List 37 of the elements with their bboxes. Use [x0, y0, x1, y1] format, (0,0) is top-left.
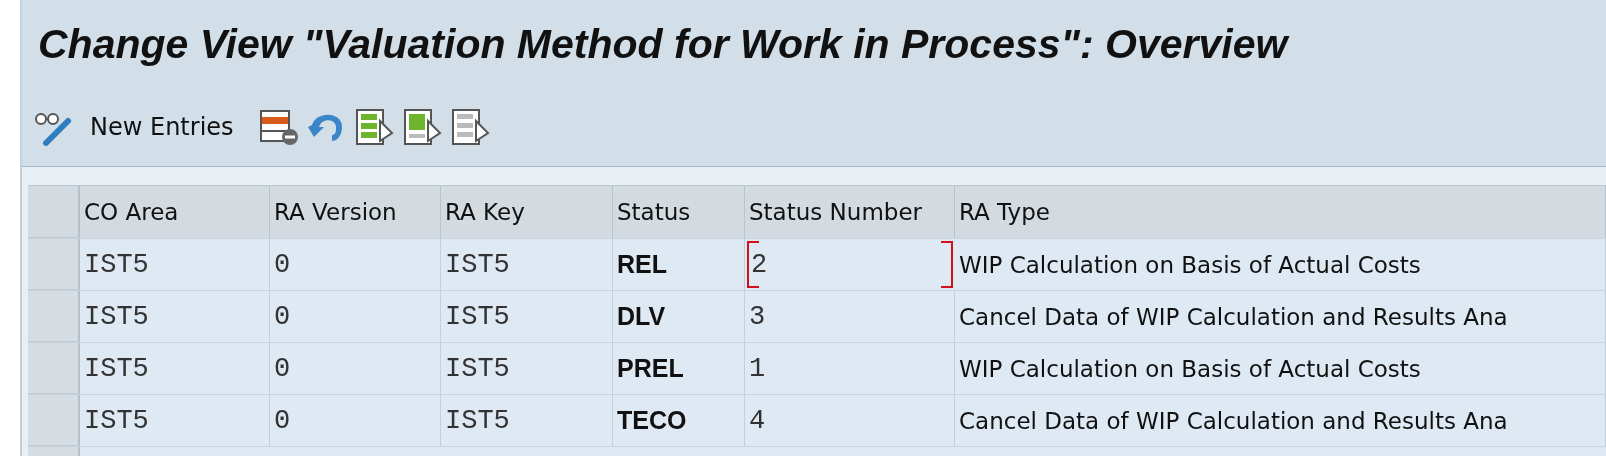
- table-cell: IST5: [441, 343, 613, 394]
- table-cell: 0: [270, 343, 441, 394]
- table-cell: WIP Calculation on Basis of Actual Costs: [955, 239, 1606, 290]
- table-cell: DLV: [613, 291, 745, 342]
- table-cell: TECO: [613, 395, 745, 446]
- select-all-cell[interactable]: [28, 186, 80, 238]
- table-cell: 0: [270, 239, 441, 290]
- table-cell: 0: [270, 291, 441, 342]
- table-cell: Cancel Data of WIP Calculation and Results Ana: [955, 291, 1606, 342]
- table-cell: Cancel Data of WIP Calculation and Results Ana: [955, 395, 1606, 446]
- table-cell: REL: [613, 239, 745, 290]
- column-header[interactable]: Status: [613, 186, 745, 238]
- table-cell: 0: [270, 395, 441, 446]
- column-header[interactable]: RA Version: [270, 186, 441, 238]
- table-cell: IST5: [441, 239, 613, 290]
- table-cell: IST5: [80, 239, 270, 290]
- select-block-icon[interactable]: [401, 107, 444, 147]
- table-cell: 3: [745, 291, 955, 342]
- deselect-all-icon[interactable]: [449, 107, 492, 147]
- column-header[interactable]: Status Number: [745, 186, 955, 238]
- table-cell: IST5: [441, 395, 613, 446]
- table-cell: IST5: [80, 343, 270, 394]
- delete-row-icon[interactable]: [257, 107, 300, 147]
- select-all-icon[interactable]: [353, 107, 396, 147]
- column-header[interactable]: RA Type: [955, 186, 1606, 238]
- window-title: Change View "Valuation Method for Work in Process": Overview: [38, 20, 1288, 68]
- column-header[interactable]: CO Area: [80, 186, 270, 238]
- column-header[interactable]: RA Key: [441, 186, 613, 238]
- table-cell: IST5: [80, 291, 270, 342]
- new-entries-button[interactable]: New Entries: [80, 109, 244, 145]
- table-cell: IST5: [80, 395, 270, 446]
- table-cell: WIP Calculation on Basis of Actual Costs: [955, 343, 1606, 394]
- table-cell: PREL: [613, 343, 745, 394]
- table-cell: 2: [745, 239, 955, 290]
- table-cell: 4: [745, 395, 955, 446]
- table-cell: IST5: [441, 291, 613, 342]
- table-cell: 1: [745, 343, 955, 394]
